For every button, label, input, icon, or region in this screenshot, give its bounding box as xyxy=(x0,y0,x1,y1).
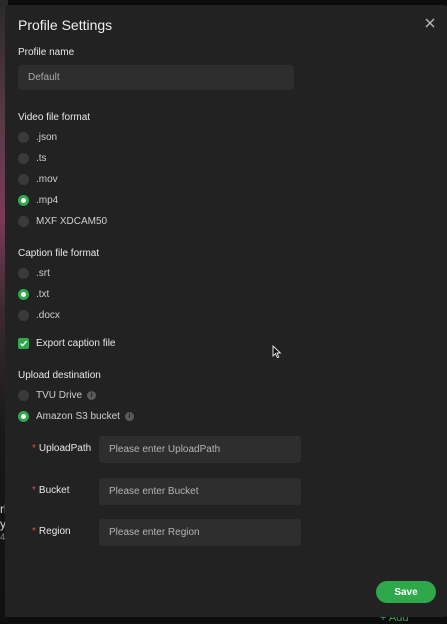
caption-format-label: Caption file format xyxy=(18,248,100,259)
required-asterisk: * xyxy=(32,526,36,537)
close-icon[interactable] xyxy=(422,15,438,31)
radio-button[interactable] xyxy=(18,152,29,164)
radio-option-amazon-s3[interactable]: Amazon S3 bucket i xyxy=(18,409,134,423)
radio-label: .json xyxy=(36,131,58,143)
radio-label: .ts xyxy=(36,152,47,164)
radio-button[interactable] xyxy=(18,131,29,143)
profile-name-label: Profile name xyxy=(18,47,75,58)
save-button[interactable]: Save xyxy=(376,581,436,603)
bucket-field-label: * Bucket xyxy=(32,485,69,496)
radio-button[interactable] xyxy=(18,389,29,401)
radio-button-selected[interactable] xyxy=(18,410,29,422)
region-input[interactable] xyxy=(99,519,301,546)
upload-path-field-label: * UploadPath xyxy=(32,443,91,454)
radio-button[interactable] xyxy=(18,309,29,321)
radio-button[interactable] xyxy=(18,267,29,279)
profile-name-input[interactable] xyxy=(18,65,294,90)
radio-option-mov[interactable]: .mov xyxy=(18,172,58,186)
upload-path-input[interactable] xyxy=(99,436,301,463)
modal-title: Profile Settings xyxy=(18,17,113,33)
radio-option-ts[interactable]: .ts xyxy=(18,151,47,165)
radio-button-selected[interactable] xyxy=(18,194,29,206)
radio-label: .mp4 xyxy=(36,194,59,206)
radio-button-selected[interactable] xyxy=(18,288,29,300)
region-field-label: * Region xyxy=(32,526,71,537)
radio-label: MXF XDCAM50 xyxy=(36,215,108,227)
radio-label: .docx xyxy=(36,309,60,321)
info-icon[interactable]: i xyxy=(87,390,97,400)
upload-destination-label: Upload destination xyxy=(18,370,101,381)
radio-button[interactable] xyxy=(18,215,29,227)
radio-option-tvu-drive[interactable]: TVU Drive i xyxy=(18,388,97,402)
profile-settings-modal: Profile Settings Profile name Video file… xyxy=(5,5,447,617)
export-caption-checkbox[interactable] xyxy=(18,337,29,349)
radio-option-json[interactable]: .json xyxy=(18,130,57,144)
region-label: Region xyxy=(38,526,71,537)
radio-option-mp4[interactable]: .mp4 xyxy=(18,193,58,207)
bucket-label: Bucket xyxy=(38,485,70,496)
upload-path-label: UploadPath xyxy=(38,443,92,454)
mouse-pointer-icon xyxy=(272,344,282,364)
radio-label: .srt xyxy=(36,267,50,279)
radio-option-txt[interactable]: .txt xyxy=(18,287,49,301)
info-icon[interactable]: i xyxy=(124,411,134,421)
video-format-label: Video file format xyxy=(18,112,91,123)
radio-option-mxf-xdcam50[interactable]: MXF XDCAM50 xyxy=(18,214,107,228)
radio-label: .txt xyxy=(36,288,50,300)
radio-label: TVU Drive xyxy=(36,389,83,401)
radio-label: Amazon S3 bucket xyxy=(36,410,120,422)
radio-label: .mov xyxy=(36,173,58,185)
export-caption-label: Export caption file xyxy=(36,337,116,349)
required-asterisk: * xyxy=(32,443,36,454)
radio-option-srt[interactable]: .srt xyxy=(18,266,50,280)
bucket-input[interactable] xyxy=(99,478,301,505)
radio-option-docx[interactable]: .docx xyxy=(18,308,60,322)
radio-button[interactable] xyxy=(18,173,29,185)
required-asterisk: * xyxy=(32,485,36,496)
export-caption-checkbox-row[interactable]: Export caption file xyxy=(18,336,116,350)
